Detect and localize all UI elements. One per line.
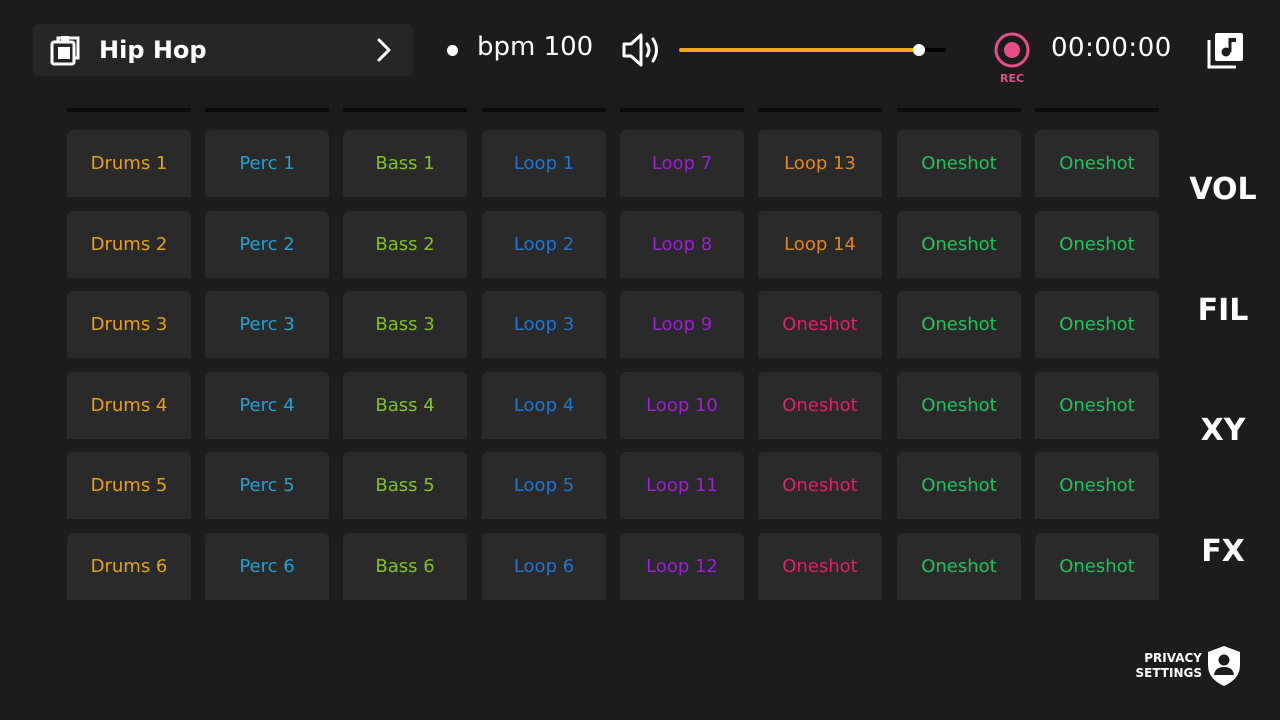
sound-pad[interactable]: Oneshot: [1035, 211, 1159, 278]
filter-button[interactable]: FIL: [1183, 293, 1263, 328]
folder-music-icon: [50, 36, 80, 66]
column-strip: [758, 108, 882, 112]
sound-pad[interactable]: Oneshot: [758, 372, 882, 439]
sound-pad[interactable]: Loop 3: [482, 291, 606, 358]
sound-pad[interactable]: Loop 10: [620, 372, 744, 439]
bpm-indicator: [447, 45, 458, 56]
sound-pad[interactable]: Oneshot: [897, 211, 1021, 278]
privacy-settings-button[interactable]: PRIVACY SETTINGS: [1128, 645, 1248, 689]
sound-pad[interactable]: Perc 4: [205, 372, 329, 439]
sound-pad[interactable]: Bass 2: [343, 211, 467, 278]
sound-pad[interactable]: Bass 1: [343, 130, 467, 197]
sound-pad[interactable]: Loop 11: [620, 452, 744, 519]
sound-pad[interactable]: Oneshot: [758, 291, 882, 358]
sound-pad[interactable]: Loop 5: [482, 452, 606, 519]
recording-timer: 00:00:00: [1051, 33, 1172, 63]
record-icon[interactable]: [993, 31, 1031, 69]
column-strip: [1035, 108, 1159, 112]
sound-pad[interactable]: Oneshot: [1035, 291, 1159, 358]
vol-button[interactable]: VOL: [1183, 172, 1263, 207]
column-strip: [482, 108, 606, 112]
sound-pad[interactable]: Perc 5: [205, 452, 329, 519]
sound-pad[interactable]: Oneshot: [1035, 533, 1159, 600]
bpm-control[interactable]: bpm 100: [477, 32, 593, 62]
sound-pad[interactable]: Perc 1: [205, 130, 329, 197]
record-label: REC: [999, 72, 1025, 85]
volume-slider[interactable]: [679, 44, 946, 56]
preset-selector[interactable]: Hip Hop: [33, 24, 413, 76]
fx-button[interactable]: FX: [1183, 534, 1263, 569]
sound-pad[interactable]: Loop 4: [482, 372, 606, 439]
music-library-icon[interactable]: [1206, 30, 1246, 70]
volume-slider-handle[interactable]: [913, 44, 926, 56]
sound-pad[interactable]: Bass 6: [343, 533, 467, 600]
sound-pad[interactable]: Perc 3: [205, 291, 329, 358]
sound-pad[interactable]: Oneshot: [897, 533, 1021, 600]
sound-pad[interactable]: Oneshot: [897, 291, 1021, 358]
sound-pad[interactable]: Oneshot: [897, 372, 1021, 439]
sound-pad[interactable]: Bass 4: [343, 372, 467, 439]
sound-pad[interactable]: Bass 3: [343, 291, 467, 358]
sound-pad[interactable]: Oneshot: [1035, 452, 1159, 519]
sound-pad[interactable]: Oneshot: [897, 452, 1021, 519]
sound-pad[interactable]: Drums 5: [67, 452, 191, 519]
sound-pad[interactable]: Drums 4: [67, 372, 191, 439]
volume-slider-fill: [679, 48, 920, 52]
sound-pad[interactable]: Oneshot: [758, 533, 882, 600]
sound-pad[interactable]: Loop 2: [482, 211, 606, 278]
sound-pad[interactable]: Loop 14: [758, 211, 882, 278]
sound-pad[interactable]: Loop 12: [620, 533, 744, 600]
column-strip: [67, 108, 191, 112]
column-strip: [343, 108, 467, 112]
app: Hip Hop bpm 100 REC 00:00:00 Drums 1 Perc…: [0, 0, 1280, 720]
sound-pad[interactable]: Oneshot: [758, 452, 882, 519]
column-strip: [897, 108, 1021, 112]
shield-user-icon: [1208, 646, 1240, 686]
sound-pad[interactable]: Loop 1: [482, 130, 606, 197]
sound-pad[interactable]: Drums 1: [67, 130, 191, 197]
privacy-label-line2: SETTINGS: [1135, 666, 1203, 680]
column-strip: [620, 108, 744, 112]
sound-pad[interactable]: Loop 13: [758, 130, 882, 197]
speaker-icon[interactable]: [620, 30, 664, 70]
column-strip: [205, 108, 329, 112]
sound-pad[interactable]: Drums 2: [67, 211, 191, 278]
chevron-right-icon: [377, 38, 391, 62]
xy-button[interactable]: XY: [1183, 413, 1263, 448]
privacy-label-line1: PRIVACY: [1144, 651, 1202, 665]
sound-pad[interactable]: Loop 6: [482, 533, 606, 600]
sound-pad[interactable]: Perc 2: [205, 211, 329, 278]
sound-pad[interactable]: Perc 6: [205, 533, 329, 600]
sound-pad[interactable]: Loop 7: [620, 130, 744, 197]
sound-pad[interactable]: Oneshot: [1035, 372, 1159, 439]
sound-pad[interactable]: Drums 3: [67, 291, 191, 358]
sound-pad[interactable]: Drums 6: [67, 533, 191, 600]
sound-pad[interactable]: Oneshot: [1035, 130, 1159, 197]
sound-pad[interactable]: Bass 5: [343, 452, 467, 519]
sound-pad[interactable]: Oneshot: [897, 130, 1021, 197]
sound-pad[interactable]: Loop 9: [620, 291, 744, 358]
sound-pad[interactable]: Loop 8: [620, 211, 744, 278]
preset-name: Hip Hop: [99, 36, 207, 64]
